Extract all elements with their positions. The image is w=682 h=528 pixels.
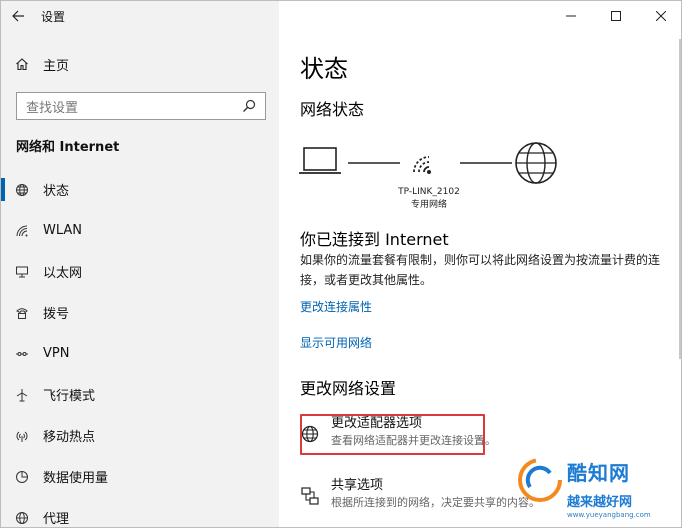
laptop-icon bbox=[299, 147, 341, 174]
internet-globe-icon bbox=[515, 142, 557, 184]
sidebar-item-label: 代理 bbox=[43, 512, 70, 527]
sidebar-item-label: 状态 bbox=[43, 184, 70, 199]
sidebar-item-airplane-mode[interactable]: 飞行模式 bbox=[1, 374, 279, 415]
settings-window: 设置 主页 查找设置 网络和 Internet 状态 WLAN 以太网 拨号 V… bbox=[0, 0, 682, 528]
wifi-icon bbox=[1, 224, 43, 238]
network-type: 专用网络 bbox=[410, 200, 447, 210]
dialup-icon bbox=[1, 306, 43, 320]
airplane-icon bbox=[1, 388, 43, 402]
show-available-networks-link[interactable]: 显示可用网络 bbox=[300, 334, 372, 351]
watermark-url: www.yueyangbang.com bbox=[567, 511, 651, 519]
sidebar-item-label: 数据使用量 bbox=[43, 471, 109, 486]
watermark-logo bbox=[518, 458, 562, 502]
vpn-icon bbox=[1, 347, 43, 361]
ethernet-icon bbox=[1, 265, 43, 279]
highlight-box bbox=[300, 414, 485, 455]
app-title: 设置 bbox=[41, 9, 66, 24]
wifi-signal-icon bbox=[413, 156, 431, 174]
search-icon[interactable] bbox=[241, 98, 257, 114]
section-title: 网络和 Internet bbox=[16, 140, 120, 155]
sidebar-item-proxy[interactable]: 代理 bbox=[1, 497, 279, 527]
sidebar-item-wlan[interactable]: WLAN bbox=[1, 210, 279, 251]
network-name-block: TP-LINK_2102 专用网络 bbox=[374, 186, 484, 212]
globe-icon bbox=[1, 183, 43, 197]
sidebar-item-data-usage[interactable]: 数据使用量 bbox=[1, 456, 279, 497]
sidebar-item-status[interactable]: 状态 bbox=[1, 169, 279, 210]
hotspot-icon bbox=[1, 429, 43, 443]
title-bar: 设置 bbox=[1, 1, 279, 31]
back-button[interactable] bbox=[1, 1, 35, 31]
sidebar-item-label: 拨号 bbox=[43, 307, 70, 322]
data-usage-icon bbox=[1, 470, 43, 484]
watermark-text-2: 越来越好网 bbox=[567, 495, 633, 510]
connected-title: 你已连接到 Internet bbox=[300, 230, 449, 249]
sidebar-item-vpn[interactable]: VPN bbox=[1, 333, 279, 374]
close-icon bbox=[655, 11, 666, 21]
minimize-icon bbox=[565, 15, 576, 17]
home-icon bbox=[1, 57, 43, 71]
window-controls bbox=[548, 1, 681, 31]
sidebar-nav: 状态 WLAN 以太网 拨号 VPN 飞行模式 移动热点 数据使用量 代理 bbox=[1, 169, 279, 527]
sidebar-item-label: 以太网 bbox=[43, 266, 83, 281]
watermark-text-1: 酷知网 bbox=[567, 461, 630, 485]
change-settings-heading: 更改网络设置 bbox=[300, 379, 397, 398]
sidebar-item-label: 飞行模式 bbox=[43, 389, 96, 404]
back-arrow-icon bbox=[11, 10, 24, 22]
sharing-icon bbox=[295, 481, 325, 511]
sidebar-item-ethernet[interactable]: 以太网 bbox=[1, 251, 279, 292]
network-name: TP-LINK_2102 bbox=[398, 187, 460, 197]
page-title: 状态 bbox=[300, 55, 348, 83]
close-button[interactable] bbox=[638, 1, 681, 31]
main-content: 状态 网络状态 TP-LINK_2102 专用网络 你已连接到 Internet… bbox=[279, 1, 681, 527]
sidebar: 设置 主页 查找设置 网络和 Internet 状态 WLAN 以太网 拨号 V… bbox=[1, 1, 279, 527]
maximize-button[interactable] bbox=[593, 1, 638, 31]
maximize-icon bbox=[610, 11, 621, 21]
sidebar-item-home[interactable]: 主页 bbox=[1, 52, 279, 76]
change-connection-properties-link[interactable]: 更改连接属性 bbox=[300, 298, 372, 315]
globe-icon bbox=[1, 511, 43, 525]
sidebar-item-label: 移动热点 bbox=[43, 430, 96, 445]
network-status-heading: 网络状态 bbox=[300, 100, 365, 119]
home-label: 主页 bbox=[43, 58, 70, 74]
minimize-button[interactable] bbox=[548, 1, 593, 31]
search-placeholder: 查找设置 bbox=[26, 100, 79, 116]
connected-description: 如果你的流量套餐有限制，则你可以将此网络设置为按流量计费的连接，或者更改其他属性… bbox=[300, 253, 661, 287]
search-input[interactable]: 查找设置 bbox=[16, 92, 266, 120]
sidebar-item-hotspot[interactable]: 移动热点 bbox=[1, 415, 279, 456]
sidebar-item-label: VPN bbox=[43, 346, 70, 361]
sidebar-item-label: WLAN bbox=[43, 223, 83, 238]
sidebar-item-dialup[interactable]: 拨号 bbox=[1, 292, 279, 333]
watermark: 酷知网 越来越好网 www.yueyangbang.com bbox=[507, 453, 677, 525]
